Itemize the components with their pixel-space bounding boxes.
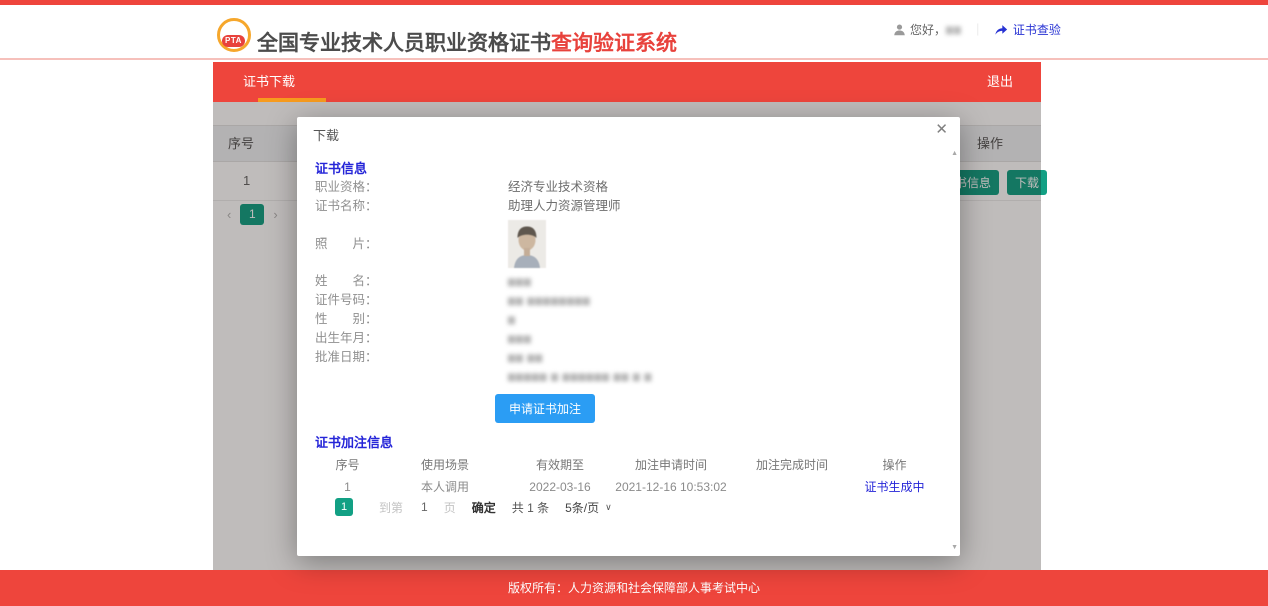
annotation-table-header: 序号 使用场景 有效期至 加注申请时间 加注完成时间 操作	[315, 454, 937, 476]
certificate-verify-link[interactable]: 证书查验	[994, 21, 1061, 38]
field-photo-label: 照 片：	[315, 236, 378, 251]
col-index: 序号	[335, 458, 360, 472]
section-title-cert-info: 证书信息	[315, 161, 368, 176]
cert-generating-link[interactable]: 证书生成中	[852, 476, 937, 498]
logout-button[interactable]: 退出	[987, 62, 1013, 102]
site-title-accent: 查询验证系统	[551, 32, 677, 55]
col-apply-time: 加注申请时间	[634, 458, 707, 472]
copyright-text: 版权所有：人力资源和社会保障部人事考试中心	[507, 581, 760, 595]
scrollbar-down-icon[interactable]: ▼	[951, 544, 958, 551]
download-modal: 下载 ✕ ▲ ▼ 证书信息 职业资格： 经济专业技术资格 证书名称： 助理人力资…	[297, 117, 960, 556]
field-id-number-label: 证件号码：	[315, 293, 378, 307]
annotation-table-row: 1 本人调用 2022-03-16 2021-12-16 10:53:02 证书…	[315, 476, 937, 498]
field-name-label: 姓 名：	[315, 274, 378, 288]
scrollbar-up-icon[interactable]: ▲	[951, 150, 958, 157]
main-navbar: 证书下载 退出	[213, 62, 1041, 102]
field-gender-value: ▆	[508, 314, 516, 324]
pta-logo: PTA	[217, 18, 251, 52]
field-extra-value: ▆▆▆▆▆ ▆ ▆▆▆▆▆▆ ▆▆ ▆ ▆	[508, 371, 653, 381]
total-count-label: 共 1 条	[511, 500, 550, 515]
field-birth-date-value: ▆▆▆	[508, 333, 532, 343]
col-action: 操作	[882, 458, 907, 472]
modal-title: 下载	[313, 128, 340, 143]
user-area: 您好， ▆▆ ｜ 证书查验	[893, 20, 1061, 38]
apply-annotation-button[interactable]: 申请证书加注	[495, 394, 596, 423]
annotation-table: 序号 使用场景 有效期至 加注申请时间 加注完成时间 操作 1 本人调用 202…	[315, 454, 937, 498]
pta-logo-text: PTA	[222, 35, 245, 47]
section-title-annotation: 证书加注信息	[315, 435, 394, 450]
field-gender: 性 别： ▆	[315, 310, 940, 329]
field-approval-date-label: 批准日期：	[315, 350, 378, 364]
portrait-photo	[508, 220, 546, 268]
header-divider: ｜	[971, 22, 984, 37]
field-extra-redacted: ▆▆▆▆▆ ▆ ▆▆▆▆▆▆ ▆▆ ▆ ▆	[315, 367, 940, 386]
nav-item-cert-download[interactable]: 证书下载	[243, 62, 326, 102]
field-gender-label: 性 别：	[315, 312, 378, 326]
field-occupation-label: 职业资格：	[315, 180, 378, 194]
field-occupation-value: 经济专业技术资格	[508, 180, 609, 194]
goto-confirm-button[interactable]: 确定	[472, 499, 496, 516]
cell-index: 1	[344, 480, 351, 494]
site-header: PTA 全国专业技术人员职业资格证书查询验证系统 您好， ▆▆ ｜ 证书查验	[0, 5, 1268, 60]
cell-apply-time: 2021-12-16 10:53:02	[615, 480, 727, 494]
field-photo: 照 片：	[315, 216, 940, 272]
field-name: 姓 名： ▆▆▆	[315, 272, 940, 291]
col-scene: 使用场景	[420, 458, 469, 472]
user-icon	[893, 23, 906, 36]
cell-scene: 本人调用	[420, 480, 469, 494]
certificate-fields: 职业资格： 经济专业技术资格 证书名称： 助理人力资源管理师 照 片： 姓 名：…	[315, 178, 940, 386]
close-icon[interactable]: ✕	[935, 122, 948, 137]
modal-page-1-button[interactable]: 1	[335, 498, 353, 516]
cell-valid-until: 2022-03-16	[529, 480, 591, 494]
per-page-select[interactable]: 5条/页 ∨	[565, 499, 612, 516]
greeting-text: 您好，	[910, 22, 947, 37]
field-occupation: 职业资格： 经济专业技术资格	[315, 178, 940, 197]
per-page-value: 5条/页	[565, 500, 600, 515]
modal-pagination: 1 到第 1 页 确定 共 1 条 5条/页 ∨	[315, 498, 612, 516]
col-valid-until: 有效期至	[535, 458, 584, 472]
site-footer: 版权所有：人力资源和社会保障部人事考试中心	[0, 570, 1268, 606]
field-approval-date: 批准日期： ▆▆ ▆▆	[315, 348, 940, 367]
goto-prefix-label: 到第	[379, 500, 404, 515]
goto-suffix-label: 页	[443, 500, 456, 515]
nav-item-cert-download-label: 证书下载	[243, 74, 296, 89]
chevron-down-icon: ∨	[605, 501, 612, 512]
field-birth-date: 出生年月： ▆▆▆	[315, 329, 940, 348]
goto-page-input[interactable]: 1	[421, 500, 428, 514]
field-birth-date-label: 出生年月：	[315, 331, 378, 345]
field-name-value: ▆▆▆	[508, 276, 532, 286]
user-name-redacted: ▆▆	[946, 23, 962, 34]
share-arrow-icon	[994, 23, 1008, 36]
field-approval-date-value: ▆▆ ▆▆	[508, 352, 544, 362]
col-done-time: 加注完成时间	[755, 458, 828, 472]
cell-done-time	[732, 476, 852, 498]
field-id-number-value: ▆▆ ▆▆▆▆▆▆▆▆	[508, 295, 591, 305]
field-cert-name-value: 助理人力资源管理师	[508, 199, 621, 213]
certificate-verify-label: 证书查验	[1012, 22, 1061, 37]
field-cert-name-label: 证书名称：	[315, 199, 378, 213]
site-title: 全国专业技术人员职业资格证书查询验证系统	[257, 27, 677, 57]
field-id-number: 证件号码： ▆▆ ▆▆▆▆▆▆▆▆	[315, 291, 940, 310]
site-title-main: 全国专业技术人员职业资格证书	[257, 32, 551, 55]
field-cert-name: 证书名称： 助理人力资源管理师	[315, 197, 940, 216]
